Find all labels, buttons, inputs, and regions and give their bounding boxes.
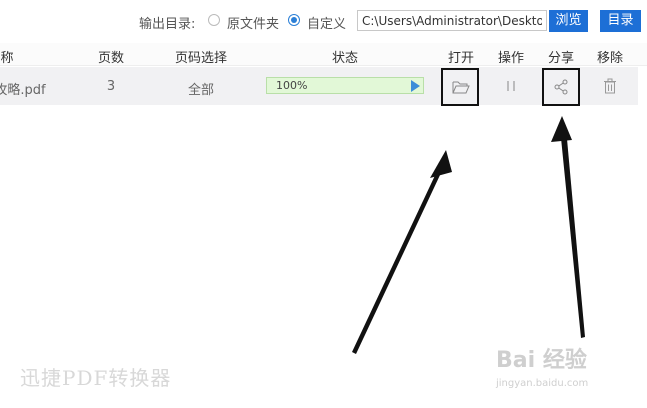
app-watermark: 迅捷PDF转换器	[20, 366, 172, 390]
baidu-jingyan-watermark: Bai 经验 jingyan.baidu.com	[496, 342, 646, 398]
arrow-to-open-shaft	[352, 152, 448, 354]
arrow-to-share-shaft	[560, 128, 585, 338]
baidu-url: jingyan.baidu.com	[496, 378, 589, 389]
arrow-to-open-head	[430, 150, 452, 178]
arrow-to-share-head	[551, 116, 572, 142]
baidu-logo-text: Bai 经验	[496, 348, 587, 373]
